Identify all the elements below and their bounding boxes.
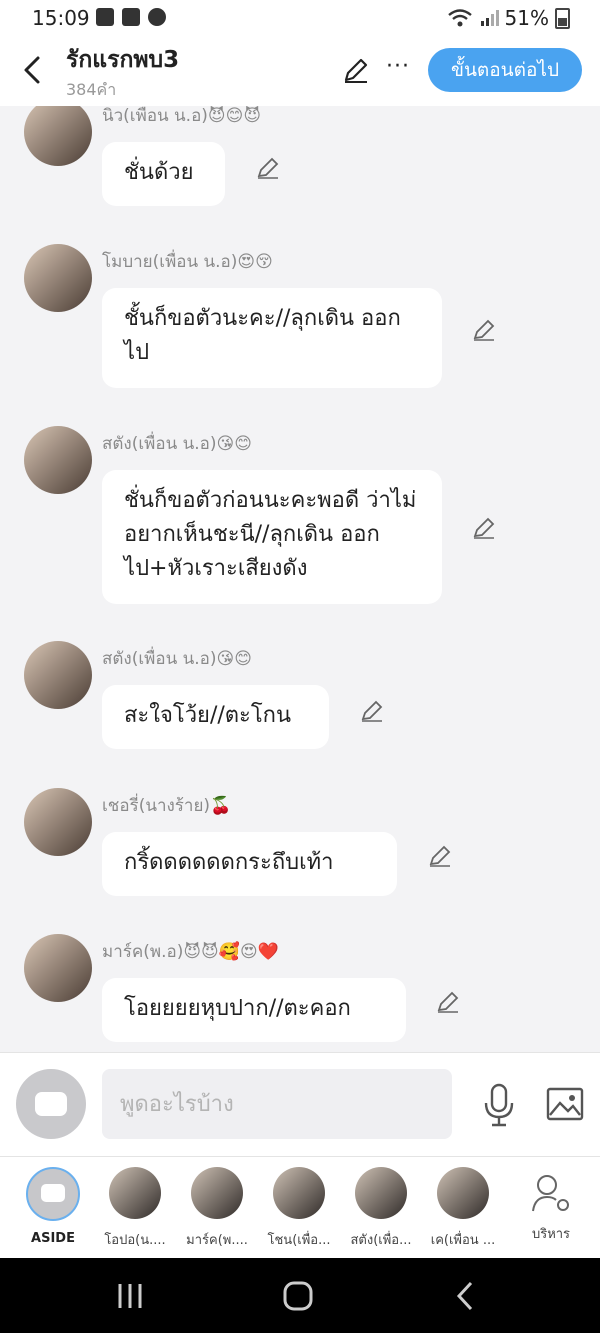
- story-title: รักแรกพบ3: [66, 47, 180, 73]
- line-notification-icon: [148, 8, 166, 26]
- character-name: สตัง(เพื่อ...: [350, 1233, 412, 1248]
- message-bubble[interactable]: โอยยยยหุบปาก//ตะคอก: [102, 978, 406, 1042]
- system-nav-bar: [0, 1258, 600, 1333]
- message-bubble[interactable]: กริ้ดดดดดดกระถึบเท้า: [102, 832, 397, 896]
- status-time: 15:09: [32, 6, 90, 30]
- battery-percent: 51%: [504, 6, 549, 30]
- status-right: 51%: [447, 6, 570, 30]
- signal-icon: [480, 10, 499, 26]
- message-icon: [35, 1092, 67, 1116]
- status-bar: 15:09 51%: [0, 0, 600, 36]
- recent-apps-icon[interactable]: [110, 1276, 150, 1316]
- user-settings-icon: [532, 1175, 569, 1212]
- avatar: [355, 1167, 407, 1219]
- input-bar: [0, 1052, 600, 1157]
- aside-avatar: [26, 1167, 80, 1221]
- character-name: เค(เพื่อน ...: [430, 1233, 496, 1248]
- character-bar: ASIDE โอปอ(น.... มาร์ค(พ.... โชน(เพื่อ..…: [0, 1156, 600, 1259]
- home-icon[interactable]: [278, 1276, 318, 1316]
- sender-name: มาร์ค(พ.อ)😈😈🥰😍❤️: [102, 942, 279, 962]
- sender-name: โมบาย(เพื่อน น.อ)😍😚: [102, 252, 273, 272]
- edit-message-icon[interactable]: [428, 844, 452, 868]
- edit-message-icon[interactable]: [360, 699, 384, 723]
- edit-message-icon[interactable]: [472, 516, 496, 540]
- word-count: 384คำ: [66, 80, 117, 99]
- character-name: บริหาร: [531, 1227, 571, 1242]
- avatar: [273, 1167, 325, 1219]
- character-item[interactable]: มาร์ค(พ....: [174, 1167, 260, 1250]
- avatar[interactable]: [24, 934, 92, 1002]
- chat-area[interactable]: นิว(เพื่อน น.อ)😈😊😈 ชั่นด้วย โมบาย(เพื่อน…: [0, 106, 600, 1052]
- back-arrow-icon[interactable]: [20, 52, 46, 88]
- gallery-notification-icon: [96, 8, 114, 26]
- avatar[interactable]: [24, 641, 92, 709]
- avatar[interactable]: [24, 244, 92, 312]
- edit-message-icon[interactable]: [472, 318, 496, 342]
- avatar[interactable]: [24, 788, 92, 856]
- message-input[interactable]: [102, 1069, 452, 1139]
- sender-name: สตัง(เพื่อน น.อ)😘😊: [102, 649, 252, 669]
- character-name: โอปอ(น....: [104, 1233, 166, 1248]
- character-name: ASIDE: [31, 1231, 75, 1246]
- character-item[interactable]: โอปอ(น....: [92, 1167, 178, 1250]
- microphone-icon[interactable]: [482, 1083, 516, 1127]
- message-bubble[interactable]: สะใจโว้ย//ตะโกน: [102, 685, 329, 749]
- edit-title-icon[interactable]: [342, 56, 370, 84]
- nav-back-icon[interactable]: [446, 1276, 486, 1316]
- next-step-button[interactable]: ขั้นตอนต่อไป: [428, 48, 582, 92]
- character-name: มาร์ค(พ....: [186, 1233, 248, 1248]
- character-item[interactable]: สตัง(เพื่อ...: [338, 1167, 424, 1250]
- manage-characters-button[interactable]: บริหาร: [508, 1167, 594, 1244]
- avatar[interactable]: [24, 426, 92, 494]
- message-input-box[interactable]: [102, 1069, 452, 1139]
- image-icon[interactable]: [546, 1087, 584, 1121]
- avatar: [191, 1167, 243, 1219]
- wifi-icon: [447, 9, 472, 27]
- edit-message-icon[interactable]: [256, 156, 280, 180]
- notification-icons: [96, 8, 166, 26]
- avatar[interactable]: [24, 106, 92, 166]
- message-bubble[interactable]: ชั่นด้วย: [102, 142, 225, 206]
- battery-icon: [555, 7, 570, 29]
- character-name: โชน(เพื่อ...: [267, 1233, 331, 1248]
- sender-name: นิว(เพื่อน น.อ)😈😊😈: [102, 106, 262, 126]
- aside-toggle-button[interactable]: [16, 1069, 86, 1139]
- character-aside[interactable]: ASIDE: [10, 1167, 96, 1246]
- message-bubble[interactable]: ชั่นก็ขอตัวก่อนนะคะพอดี ว่าไม่อยากเห็นชะ…: [102, 470, 442, 604]
- avatar: [437, 1167, 489, 1219]
- character-item[interactable]: เค(เพื่อน ...: [420, 1167, 506, 1250]
- sender-name: สตัง(เพื่อน น.อ)😘😊: [102, 434, 252, 454]
- more-options-icon[interactable]: ···: [386, 54, 410, 79]
- character-item[interactable]: โชน(เพื่อ...: [256, 1167, 342, 1250]
- sender-name: เชอรี่(นางร้าย)🍒: [102, 796, 232, 816]
- message-bubble[interactable]: ชั้นก็ขอตัวนะคะ//ลุกเดิน ออกไป: [102, 288, 442, 388]
- avatar: [109, 1167, 161, 1219]
- camera-notification-icon: [122, 8, 140, 26]
- edit-message-icon[interactable]: [436, 990, 460, 1014]
- story-header: รักแรกพบ3 384คำ ··· ขั้นตอนต่อไป: [0, 36, 600, 106]
